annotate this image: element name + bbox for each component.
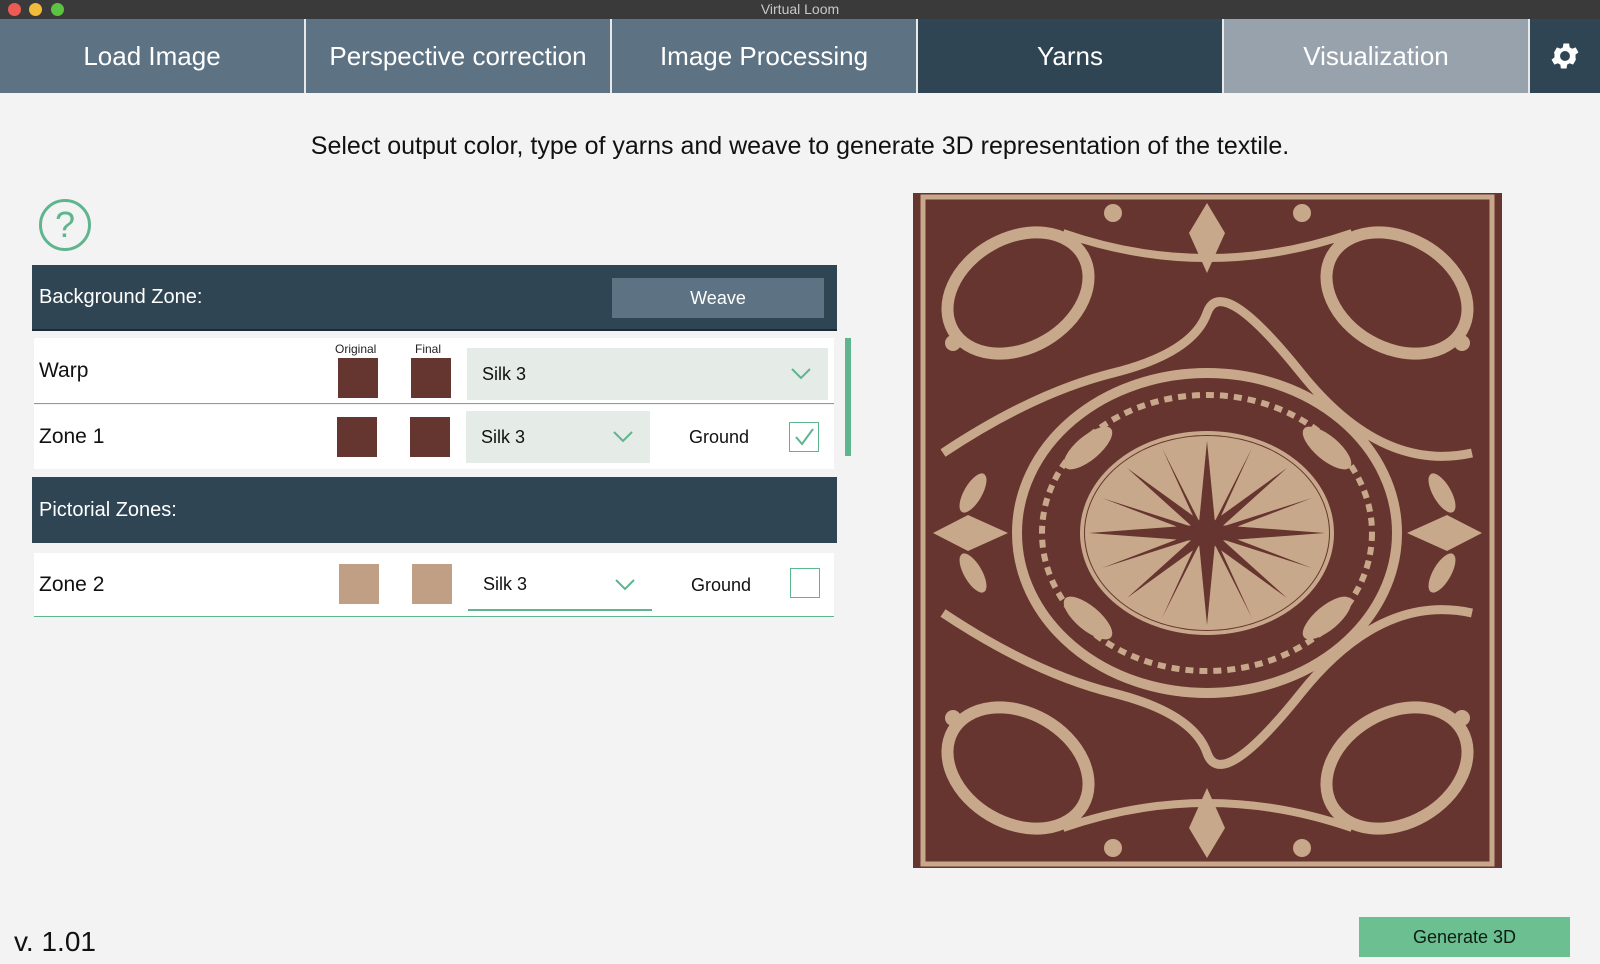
tab-yarns[interactable]: Yarns — [918, 19, 1224, 93]
warp-yarn-value: Silk 3 — [482, 363, 527, 384]
weave-button[interactable]: Weave — [612, 278, 824, 318]
zone2-yarn-select[interactable]: Silk 3 — [468, 559, 652, 611]
zone1-yarn-value: Silk 3 — [481, 426, 526, 447]
zone2-final-swatch[interactable] — [412, 564, 452, 604]
zone2-ground-checkbox[interactable] — [790, 568, 820, 598]
zone2-label: Zone 2 — [39, 573, 105, 596]
chevron-down-icon — [613, 431, 633, 443]
zone1-ground-checkbox[interactable] — [789, 422, 819, 452]
pictorial-zones-title: Pictorial Zones: — [39, 498, 177, 521]
generate-3d-button[interactable]: Generate 3D — [1359, 917, 1570, 957]
tab-visualization[interactable]: Visualization — [1224, 19, 1530, 93]
background-zone-title: Background Zone: — [39, 285, 203, 308]
textile-pattern — [920, 194, 1495, 867]
chevron-down-icon — [791, 368, 811, 380]
zone1-label: Zone 1 — [39, 425, 105, 448]
tab-image-processing[interactable]: Image Processing — [612, 19, 918, 93]
textile-preview-image — [913, 193, 1502, 868]
tab-bar: Load Image Perspective correction Image … — [0, 19, 1600, 93]
warp-row: Warp Original Final Silk 3 — [34, 338, 834, 404]
zone1-final-swatch[interactable] — [410, 417, 450, 457]
pictorial-zones-header: Pictorial Zones: — [32, 477, 837, 543]
title-bar: Virtual Loom — [0, 0, 1600, 19]
version-label: v. 1.01 — [14, 926, 96, 957]
zone1-original-swatch[interactable] — [337, 417, 377, 457]
warp-label: Warp — [39, 359, 89, 382]
instruction-text: Select output color, type of yarns and w… — [310, 132, 1290, 160]
scrollbar[interactable] — [845, 338, 851, 456]
tab-load-image[interactable]: Load Image — [0, 19, 306, 93]
warp-original-swatch[interactable] — [338, 358, 378, 398]
help-icon[interactable]: ? — [39, 199, 91, 251]
zone2-ground-label: Ground — [691, 575, 752, 595]
zone2-original-swatch[interactable] — [339, 564, 379, 604]
chevron-down-icon — [615, 579, 635, 591]
warp-yarn-select[interactable]: Silk 3 — [467, 348, 828, 400]
zone1-row: Zone 1 Silk 3 Ground — [34, 405, 834, 469]
background-zone-header: Background Zone: Weave — [32, 265, 837, 331]
warp-final-swatch[interactable] — [411, 358, 451, 398]
zone2-row: Zone 2 Silk 3 Ground — [34, 553, 834, 617]
gear-icon — [1551, 43, 1579, 69]
window-title: Virtual Loom — [760, 1, 840, 17]
tab-perspective-correction[interactable]: Perspective correction — [306, 19, 612, 93]
settings-button[interactable] — [1530, 19, 1600, 93]
zone1-yarn-select[interactable]: Silk 3 — [466, 411, 650, 463]
final-column-label: Final — [415, 342, 442, 356]
zone2-yarn-value: Silk 3 — [483, 573, 528, 594]
checkmark-icon — [795, 428, 814, 446]
original-column-label: Original — [335, 342, 377, 356]
zone1-ground-label: Ground — [689, 427, 750, 447]
